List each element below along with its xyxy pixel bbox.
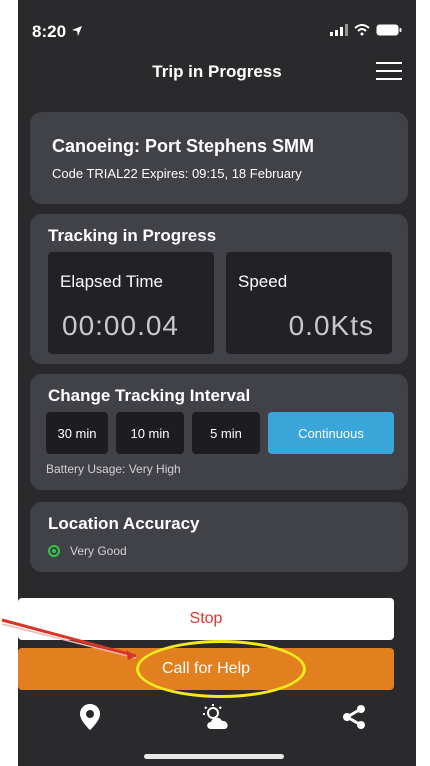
wifi-icon [354,24,370,36]
interval-5min-button[interactable]: 5 min [192,412,260,454]
elapsed-time-value: 00:00.04 [62,310,179,341]
share-icon[interactable] [334,700,374,734]
location-pin-icon[interactable] [70,700,110,734]
accuracy-status: Very Good [48,544,127,558]
phone-screen: 8:20 Trip in Progress Canoeing: Port Ste… [18,0,416,766]
weather-icon[interactable] [198,700,238,734]
stop-button[interactable]: Stop [18,598,394,640]
tab-bar [18,692,416,742]
nav-bar: Trip in Progress [18,52,416,92]
status-time: 8:20 [32,22,83,42]
tracking-interval-card: Change Tracking Interval 30 min 10 min 5… [30,374,408,490]
status-bar: 8:20 [18,0,416,60]
interval-title: Change Tracking Interval [48,386,251,405]
accuracy-value: Very Good [70,544,127,558]
location-arrow-icon [71,26,82,36]
interval-continuous-button[interactable]: Continuous [268,412,394,454]
trip-card: Canoeing: Port Stephens SMM Code TRIAL22… [30,112,408,204]
battery-usage-note: Battery Usage: Very High [46,462,181,476]
speed-label: Speed [238,272,288,291]
hamburger-menu-icon[interactable] [376,62,402,82]
trip-code-expiry: Code TRIAL22 Expires: 09:15, 18 February [52,166,302,181]
call-for-help-button[interactable]: Call for Help [18,648,394,690]
elapsed-time-tile: Elapsed Time 00:00.04 [48,252,214,354]
accuracy-indicator-icon [48,545,60,557]
tracking-title: Tracking in Progress [48,226,217,245]
speed-value: 0.0Kts [288,310,374,341]
elapsed-time-label: Elapsed Time [60,272,163,291]
page-title: Trip in Progress [152,62,282,81]
signal-icon [330,24,348,36]
battery-icon [376,24,402,36]
tracking-card: Tracking in Progress Elapsed Time 00:00.… [30,214,408,364]
accuracy-title: Location Accuracy [48,514,200,533]
speed-tile: Speed 0.0Kts [226,252,392,354]
interval-10min-button[interactable]: 10 min [116,412,184,454]
interval-30min-button[interactable]: 30 min [46,412,108,454]
home-indicator[interactable] [144,754,284,759]
system-icons [330,24,402,36]
location-accuracy-card: Location Accuracy Very Good [30,502,408,572]
trip-title: Canoeing: Port Stephens SMM [52,136,315,156]
status-time-text: 8:20 [32,22,67,41]
